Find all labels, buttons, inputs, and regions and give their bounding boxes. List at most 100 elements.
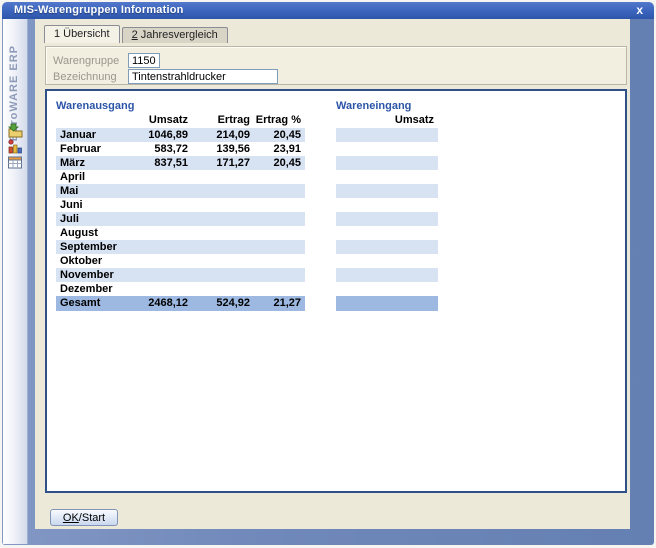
ertrag-value: 139,56 <box>188 142 250 156</box>
col-wareneingang-umsatz: Umsatz <box>336 114 438 127</box>
total-umsatz-value: 2468,12 <box>120 296 188 311</box>
chart-icon[interactable] <box>7 139 24 154</box>
ertrag-pct-value <box>250 282 305 296</box>
table-row: Oktober <box>47 254 625 268</box>
bezeichnung-label: Bezeichnung <box>53 71 117 83</box>
month-rows: Januar 1046,89 214,09 20,45 <box>47 128 625 296</box>
tab-jahresvergleich[interactable]: 2Jahresvergleich <box>122 27 228 43</box>
warengruppe-input[interactable] <box>128 53 160 68</box>
month-label: Januar <box>56 128 120 142</box>
tab-label: Jahresvergleich <box>141 29 218 41</box>
umsatz-value <box>120 254 188 268</box>
close-icon[interactable]: x <box>636 3 643 18</box>
umsatz-value <box>120 184 188 198</box>
ertrag-pct-value <box>250 268 305 282</box>
umsatz-value <box>120 268 188 282</box>
ertrag-value: 214,09 <box>188 128 250 142</box>
umsatz-value: 837,51 <box>120 156 188 170</box>
ertrag-pct-value: 23,91 <box>250 142 305 156</box>
ertrag-value <box>188 254 250 268</box>
umsatz-value <box>120 282 188 296</box>
ertrag-pct-value: 20,45 <box>250 156 305 170</box>
ertrag-pct-value <box>250 170 305 184</box>
month-label: August <box>56 226 120 240</box>
table-row: September <box>47 240 625 254</box>
total-row: Gesamt 2468,12 524,92 21,27 <box>47 296 625 311</box>
tab-number: 1 <box>54 28 60 40</box>
ertrag-value <box>188 268 250 282</box>
col-umsatz: Umsatz <box>120 114 188 127</box>
ertrag-pct-value <box>250 240 305 254</box>
ertrag-value <box>188 184 250 198</box>
month-label: September <box>56 240 120 254</box>
umsatz-value <box>120 170 188 184</box>
total-ertrag-pct-value: 21,27 <box>250 296 305 311</box>
ertrag-pct-value: 20,45 <box>250 128 305 142</box>
tab-uebersicht[interactable]: 1Übersicht <box>44 25 120 43</box>
table-row: Juni <box>47 198 625 212</box>
column-headers: Umsatz Ertrag Ertrag % Umsatz <box>47 114 625 127</box>
import-folder-icon[interactable] <box>7 123 24 138</box>
ertrag-value <box>188 170 250 184</box>
window-frame: BüroWARE ERP <box>2 19 654 545</box>
table-row: Mai <box>47 184 625 198</box>
month-label: April <box>56 170 120 184</box>
app-window: MIS-Warengruppen Information x BüroWARE … <box>0 0 656 548</box>
tab-label: Übersicht <box>63 28 109 40</box>
ertrag-value: 171,27 <box>188 156 250 170</box>
month-label: Juli <box>56 212 120 226</box>
ertrag-value <box>188 212 250 226</box>
titlebar: MIS-Warengruppen Information x <box>2 2 654 19</box>
ertrag-pct-value <box>250 198 305 212</box>
col-month <box>56 114 120 127</box>
wareneingang-title: Wareneingang <box>336 100 411 112</box>
ertrag-pct-value <box>250 226 305 240</box>
ok-rest: /Start <box>79 512 105 524</box>
month-table: Januar 1046,89 214,09 20,45 <box>47 128 625 311</box>
ertrag-value <box>188 198 250 212</box>
month-label: Juni <box>56 198 120 212</box>
warengruppe-label: Warengruppe <box>53 55 119 67</box>
table-row: Januar 1046,89 214,09 20,45 <box>47 128 625 142</box>
ok-start-button[interactable]: OK/Start <box>50 509 118 526</box>
umsatz-value <box>120 212 188 226</box>
col-ertrag: Ertrag <box>188 114 250 127</box>
table-grid-icon[interactable] <box>7 155 24 170</box>
table-row: April <box>47 170 625 184</box>
table-row: Juli <box>47 212 625 226</box>
month-label: März <box>56 156 120 170</box>
sidebar: BüroWARE ERP <box>3 19 28 544</box>
tab-bar: 1Übersicht 2Jahresvergleich <box>44 25 230 43</box>
ertrag-pct-value <box>250 254 305 268</box>
ok-mnemonic: OK <box>63 512 79 524</box>
ertrag-value <box>188 240 250 254</box>
header-form: Warengruppe Bezeichnung <box>45 46 627 85</box>
month-label: Oktober <box>56 254 120 268</box>
umsatz-value <box>120 198 188 212</box>
umsatz-value: 583,72 <box>120 142 188 156</box>
content-area: 1Übersicht 2Jahresvergleich Warengruppe … <box>35 19 630 529</box>
ertrag-value <box>188 226 250 240</box>
table-row: März 837,51 171,27 20,45 <box>47 156 625 170</box>
total-ertrag-value: 524,92 <box>188 296 250 311</box>
warenausgang-title: Warenausgang <box>56 100 134 112</box>
month-label: November <box>56 268 120 282</box>
ertrag-pct-value <box>250 184 305 198</box>
umsatz-value <box>120 226 188 240</box>
umsatz-value: 1046,89 <box>120 128 188 142</box>
ertrag-pct-value <box>250 212 305 226</box>
table-row: Dezember <box>47 282 625 296</box>
umsatz-value <box>120 240 188 254</box>
bezeichnung-input[interactable] <box>128 69 278 84</box>
table-row: November <box>47 268 625 282</box>
window-title: MIS-Warengruppen Information <box>14 4 184 16</box>
table-row: Februar 583,72 139,56 23,91 <box>47 142 625 156</box>
month-label: Mai <box>56 184 120 198</box>
tab-number: 2 <box>132 29 138 41</box>
col-ertrag-pct: Ertrag % <box>250 114 305 127</box>
ertrag-value <box>188 282 250 296</box>
data-panel: Warenausgang Wareneingang Umsatz Ertrag … <box>45 89 627 493</box>
sidebar-toolbar <box>7 123 25 171</box>
month-label: Dezember <box>56 282 120 296</box>
total-label: Gesamt <box>56 296 120 311</box>
